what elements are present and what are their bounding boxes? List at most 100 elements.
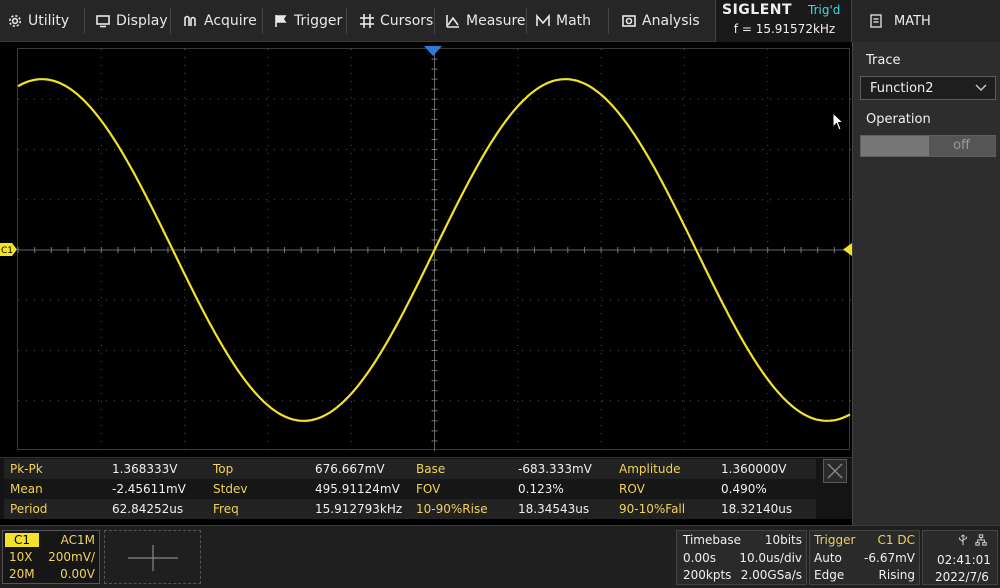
- math-panel-title-text: MATH: [894, 13, 931, 29]
- waveform-display[interactable]: [17, 48, 852, 451]
- resolution-bits: 10bits: [764, 533, 802, 547]
- usb-icon: [959, 534, 967, 546]
- menu-trigger-label: Trigger: [294, 13, 343, 29]
- measurement-value: 1.360000V: [715, 459, 816, 479]
- timebase-settings[interactable]: Timebase 10bits 0.00s 10.0us/div 200kpts…: [676, 530, 807, 585]
- measurement-row: Mean -2.45611mV Stdev 495.91124mV FOV 0.123% R…: [4, 479, 816, 499]
- measurement-label: ROV: [613, 479, 715, 499]
- chevron-down-icon: [975, 84, 987, 91]
- measurement-label: FOV: [410, 479, 512, 499]
- trace-dropdown[interactable]: Function2: [860, 76, 996, 100]
- graticule: [17, 48, 852, 451]
- measurement-label: Base: [410, 459, 512, 479]
- measurement-value: 1.368333V: [106, 459, 207, 479]
- timebase-scale: 10.0us/div: [739, 551, 802, 565]
- measurement-label: 90-10%Fall: [613, 499, 715, 519]
- trace-dropdown-value: Function2: [870, 80, 934, 96]
- math-panel-title: MATH: [852, 0, 1000, 42]
- crosshair-icon: [360, 14, 374, 28]
- measurement-label: Mean: [4, 479, 106, 499]
- channel-1-offset: 0.00V: [60, 567, 95, 581]
- operation-label: Operation: [866, 112, 931, 127]
- menu-divider: [262, 8, 263, 34]
- gear-icon: [9, 15, 21, 27]
- trigger-position-marker[interactable]: [424, 46, 442, 57]
- measurement-value: 18.32140us: [715, 499, 816, 519]
- clock-time: 02:41:01: [937, 553, 991, 567]
- measurement-value: 15.912793kHz: [309, 499, 410, 519]
- trigger-level: -6.67mV: [864, 551, 915, 565]
- trace-label: Trace: [866, 53, 901, 68]
- channel-1-tag: C1: [5, 533, 39, 547]
- measurement-label: Pk-Pk: [4, 459, 106, 479]
- measurement-label: Period: [4, 499, 106, 519]
- channel-1-offset-marker[interactable]: C1: [0, 243, 17, 256]
- trigger-level-marker[interactable]: [843, 243, 852, 256]
- channel-1-coupling: AC1M: [60, 533, 95, 547]
- menu-divider: [608, 8, 609, 34]
- menu-math[interactable]: Math: [536, 0, 591, 42]
- measurement-row: Period 62.84252us Freq 15.912793kHz 10-90%Ri…: [4, 499, 816, 519]
- menu-divider: [346, 8, 347, 34]
- menu-analysis-label: Analysis: [642, 13, 700, 29]
- add-channel-button[interactable]: [104, 530, 201, 584]
- measurement-close-button[interactable]: [823, 459, 847, 483]
- frequency-counter: f = 15.91572kHz: [733, 22, 836, 36]
- menu-cursors[interactable]: Cursors: [360, 0, 433, 42]
- measurement-table: Pk-Pk 1.368333V Top 676.667mV Base -683.333mV…: [4, 459, 816, 519]
- acquire-wave-icon: [184, 15, 196, 26]
- document-icon: [870, 14, 882, 28]
- timebase-title: Timebase: [683, 533, 741, 547]
- clock-date: 2022/7/6: [935, 570, 989, 584]
- measurement-label: Freq: [207, 499, 309, 519]
- flag-icon: [275, 15, 287, 27]
- memory-depth: 200kpts: [683, 568, 732, 582]
- measurement-label: Amplitude: [613, 459, 715, 479]
- measurement-value: 495.91124mV: [309, 479, 410, 499]
- brand-logo: SIGLENT: [722, 2, 793, 18]
- menu-acquire[interactable]: Acquire: [184, 0, 257, 42]
- measure-icon: [446, 15, 459, 28]
- timebase-delay: 0.00s: [683, 551, 716, 565]
- measurement-value: 18.34543us: [512, 499, 613, 519]
- analysis-icon: [622, 15, 636, 27]
- menu-utility-label: Utility: [28, 13, 70, 29]
- trigger-source: C1 DC: [877, 533, 915, 547]
- menu-utility[interactable]: Utility: [8, 0, 69, 42]
- measurement-value: 0.123%: [512, 479, 613, 499]
- menu-analysis[interactable]: Analysis: [622, 0, 700, 42]
- network-icon: [975, 534, 987, 546]
- measurement-label: Top: [207, 459, 309, 479]
- menu-trigger[interactable]: Trigger: [274, 0, 342, 42]
- close-icon: [827, 463, 843, 479]
- operation-toggle[interactable]: off: [860, 135, 996, 157]
- menu-measure-label: Measure: [466, 13, 526, 29]
- menu-acquire-label: Acquire: [204, 13, 257, 29]
- measurement-row: Pk-Pk 1.368333V Top 676.667mV Base -683.333mV…: [4, 459, 816, 479]
- menu-math-label: Math: [556, 13, 592, 29]
- menu-divider: [84, 8, 85, 34]
- measurement-value: 676.667mV: [309, 459, 410, 479]
- measurement-value: 62.84252us: [106, 499, 207, 519]
- measurement-label: Stdev: [207, 479, 309, 499]
- math-m-icon: [536, 14, 550, 26]
- channel-1-settings[interactable]: C1 AC1M 10X 200mV/ 20M 0.00V: [2, 530, 100, 584]
- math-side-panel: Trace Function2 Operation off: [852, 42, 1000, 525]
- sample-rate: 2.00GSa/s: [740, 568, 802, 582]
- trigger-slope: Rising: [878, 568, 915, 582]
- menu-display[interactable]: Display: [96, 0, 168, 42]
- mouse-pointer-icon: [832, 112, 844, 131]
- plus-icon: [128, 545, 178, 571]
- trigger-title: Trigger: [814, 533, 856, 547]
- measurement-label: 10-90%Rise: [410, 499, 512, 519]
- status-bar: C1 AC1M 10X 200mV/ 20M 0.00V Timebase 10…: [0, 525, 1000, 588]
- channel-1-probe: 10X: [9, 550, 33, 564]
- trigger-status: Trig'd: [808, 3, 841, 17]
- trigger-settings[interactable]: Trigger C1 DC Auto -6.67mV Edge Rising: [809, 530, 920, 585]
- operation-toggle-state: off: [953, 138, 970, 153]
- system-clock: 02:41:01 2022/7/6: [922, 530, 998, 585]
- monitor-icon: [96, 15, 110, 28]
- menu-measure[interactable]: Measure: [446, 0, 526, 42]
- menu-divider: [434, 8, 435, 34]
- trigger-type: Edge: [814, 568, 845, 582]
